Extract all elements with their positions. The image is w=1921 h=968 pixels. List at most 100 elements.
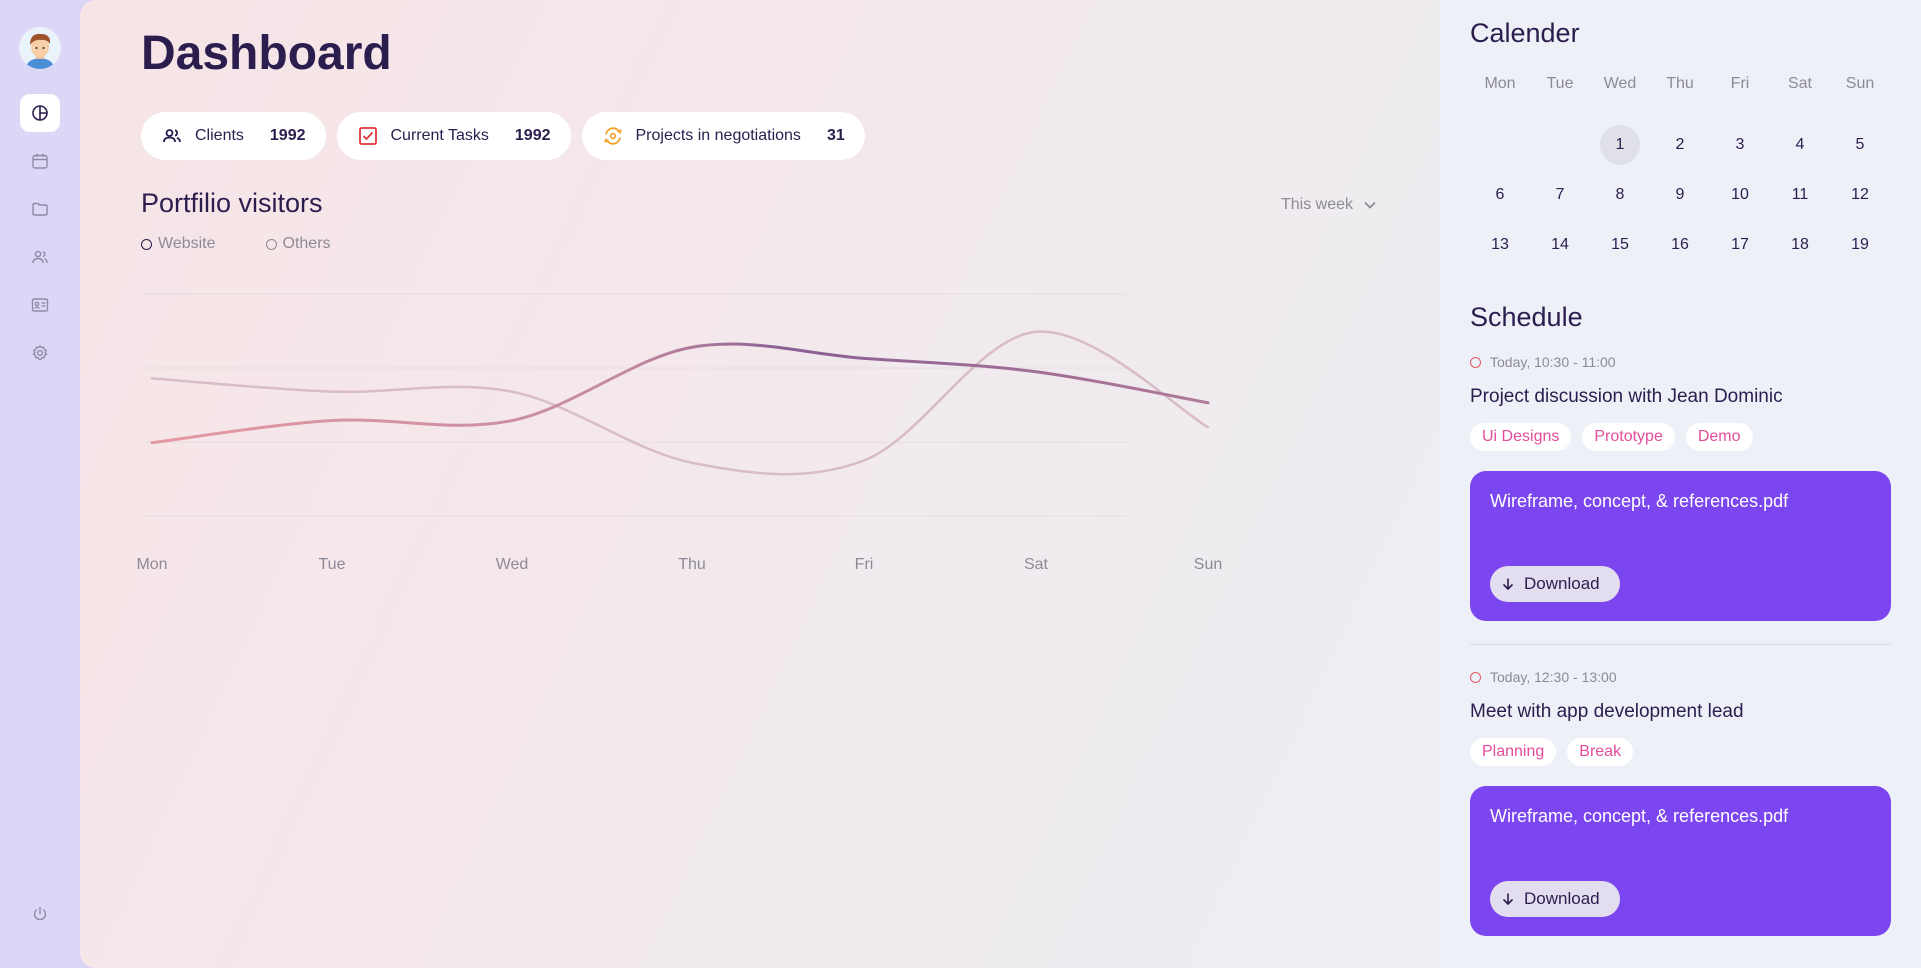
download-button[interactable]: Download (1490, 881, 1620, 917)
calendar-day[interactable]: 2 (1650, 120, 1710, 170)
divider (1470, 644, 1891, 645)
schedule-title: Schedule (1470, 302, 1583, 332)
calendar-weekday: Sun (1845, 75, 1875, 92)
calendar-day-number (1480, 125, 1520, 165)
event-tag[interactable]: Break (1567, 738, 1634, 766)
visitors-line-chart: Mon Tue Wed Thu Fri Sat Sun (136, 293, 1222, 573)
calendar-day-number: 7 (1555, 186, 1565, 203)
calendar-weekday: Wed (1603, 75, 1637, 92)
download-label: Download (1524, 889, 1600, 908)
event-tag[interactable]: Prototype (1582, 423, 1675, 451)
calendar-day-number: 16 (1671, 236, 1689, 253)
event-time-text: Today, 12:30 - 13:00 (1490, 669, 1617, 685)
file-card: Wireframe, concept, & references.pdf Dow… (1470, 786, 1891, 936)
event-title[interactable]: Meet with app development lead (1470, 701, 1891, 723)
calendar-day-number: 3 (1735, 136, 1745, 153)
event-title[interactable]: Project discussion with Jean Dominic (1470, 386, 1891, 408)
download-label: Download (1524, 574, 1600, 593)
calendar-day[interactable]: 16 (1650, 220, 1710, 270)
calendar-day-number: 8 (1615, 186, 1625, 203)
calendar-day[interactable]: 5 (1830, 120, 1890, 170)
arrow-down-icon (1502, 578, 1514, 591)
calendar-weekday: Fri (1730, 75, 1750, 92)
nav-settings[interactable] (20, 334, 60, 372)
x-tick-label: Sun (1194, 556, 1222, 573)
gear-icon (32, 345, 48, 361)
download-button[interactable]: Download (1490, 566, 1620, 602)
calendar-day-number: 4 (1795, 136, 1805, 153)
calendar-day[interactable]: 11 (1770, 170, 1830, 220)
calendar-grid: Mon Tue Wed Thu Fri Sat Sun 1 2 3 4 5 6 7 8 9 10 11 12 13 14… (1470, 70, 1890, 270)
pie-chart-icon (32, 105, 48, 121)
event-tag[interactable]: Planning (1470, 738, 1557, 766)
calendar-weekday: Sat (1787, 75, 1812, 92)
event-tag[interactable]: Demo (1685, 423, 1753, 451)
series-line-others (150, 330, 1210, 476)
x-tick-label: Sat (1024, 556, 1049, 573)
calendar-title: Calender (1470, 18, 1580, 48)
calendar-day-number: 15 (1611, 236, 1629, 253)
x-tick-label: Mon (136, 556, 167, 573)
calendar-day-number: 17 (1731, 236, 1749, 253)
calendar-day[interactable]: 12 (1830, 170, 1890, 220)
calendar-day[interactable]: 7 (1530, 170, 1590, 220)
file-card: Wireframe, concept, & references.pdf Dow… (1470, 471, 1891, 621)
calendar-day[interactable]: 6 (1470, 170, 1530, 220)
schedule-event: Today, 10:30 - 11:00 Project discussion … (1470, 352, 1891, 621)
logout-button[interactable] (20, 895, 60, 933)
calendar-day-number: 12 (1851, 186, 1869, 203)
calendar-day[interactable]: 1 (1590, 120, 1650, 170)
id-card-icon (31, 298, 49, 312)
power-icon (33, 906, 47, 921)
calendar-day-number: 9 (1675, 186, 1685, 203)
sidebar (0, 0, 80, 968)
users-icon (32, 250, 48, 264)
calendar-empty-cell (1470, 120, 1530, 170)
nav-contacts[interactable] (20, 286, 60, 324)
file-name: Wireframe, concept, & references.pdf (1490, 491, 1789, 511)
calendar-day-number: 18 (1791, 236, 1809, 253)
schedule-event: Today, 12:30 - 13:00 Meet with app devel… (1470, 667, 1891, 936)
calendar-day[interactable]: 18 (1770, 220, 1830, 270)
calendar-weekday: Mon (1484, 75, 1516, 92)
event-time: Today, 12:30 - 13:00 (1470, 667, 1891, 687)
calendar-day-number: 2 (1675, 136, 1685, 153)
calendar-day[interactable]: 4 (1770, 120, 1830, 170)
calendar-weekday: Thu (1666, 75, 1694, 92)
calendar-day-number: 6 (1495, 186, 1505, 203)
x-tick-label: Tue (319, 556, 346, 573)
right-panel: Calender Mon Tue Wed Thu Fri Sat Sun 1 2 3 4 5 6 7 8 9 1… (1440, 0, 1921, 968)
calendar-day-number: 1 (1600, 125, 1640, 165)
folder-icon (32, 202, 48, 216)
calendar-day[interactable]: 19 (1830, 220, 1890, 270)
calendar-weekday: Tue (1546, 75, 1574, 92)
calendar-icon (32, 153, 48, 169)
calendar-day[interactable]: 13 (1470, 220, 1530, 270)
calendar-day-number: 10 (1731, 186, 1749, 203)
calendar-day[interactable]: 8 (1590, 170, 1650, 220)
nav-projects[interactable] (20, 190, 60, 228)
calendar-day[interactable]: 10 (1710, 170, 1770, 220)
calendar-day[interactable]: 17 (1710, 220, 1770, 270)
calendar-day[interactable]: 15 (1590, 220, 1650, 270)
nav-clients[interactable] (20, 238, 60, 276)
main-panel: Dashboard Clients 1992 Current Tasks 199… (80, 0, 1440, 968)
series-line-website (150, 342, 1210, 445)
event-time: Today, 10:30 - 11:00 (1470, 352, 1891, 372)
calendar-day[interactable]: 14 (1530, 220, 1590, 270)
event-tags: Planning Break (1470, 738, 1891, 766)
calendar-day[interactable]: 3 (1710, 120, 1770, 170)
nav-calendar[interactable] (20, 142, 60, 180)
event-tag[interactable]: Ui Designs (1470, 423, 1572, 451)
calendar-day-number: 5 (1855, 136, 1865, 153)
x-tick-label: Fri (855, 556, 874, 573)
nav-dashboard[interactable] (20, 94, 60, 132)
calendar-empty-cell (1530, 120, 1590, 170)
calendar-day-number (1540, 125, 1580, 165)
calendar-day-number: 13 (1491, 236, 1509, 253)
chart-grid (144, 293, 1126, 517)
calendar-day-number: 19 (1851, 236, 1869, 253)
avatar[interactable] (19, 27, 61, 69)
x-tick-label: Wed (496, 556, 529, 573)
calendar-day[interactable]: 9 (1650, 170, 1710, 220)
